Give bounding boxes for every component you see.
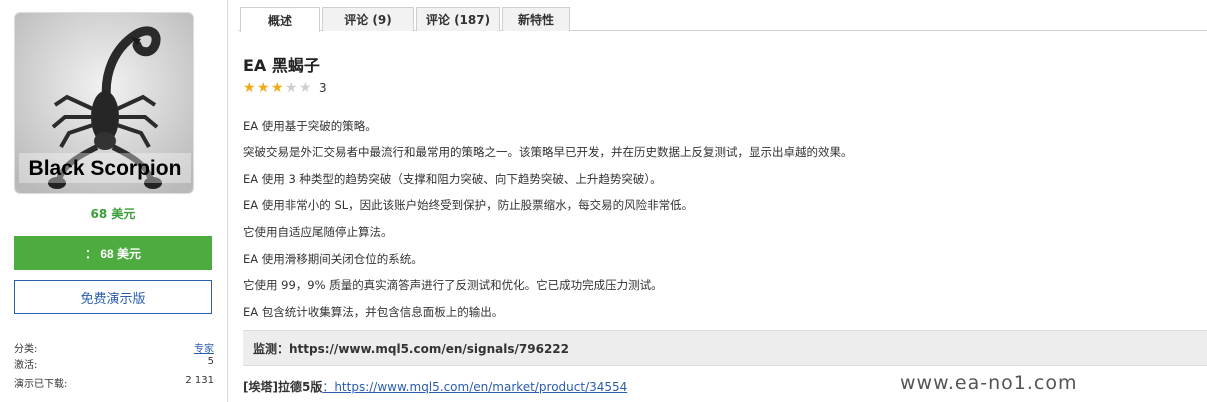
overview-panel: EA 黑蝎子 ★ ★ ★ ★ ★ 3 EA 使用基于突破的策略。 突破交易是外汇… [229, 32, 1207, 402]
rating-value: 3 [319, 81, 327, 95]
buy-button[interactable]: ： 68 美元 [14, 236, 212, 270]
tab-overview[interactable]: 概述 [240, 7, 320, 32]
meta-category-row: 分类: 专家 [14, 340, 214, 355]
downloads-label: 演示已下载: [14, 379, 68, 390]
product-price: 68 美元 [90, 207, 136, 221]
description-line: EA 使用 3 种类型的趋势突破（支撑和阻力突破、向下趋势突破、上升趋势突破）。 [243, 172, 662, 186]
product-link[interactable]: ：https://www.mql5.com/en/market/product/… [322, 380, 627, 394]
product-title: EA 黑蝎子 [243, 56, 320, 75]
description-line: 它使用自适应尾随停止算法。 [243, 225, 393, 239]
description-line: 突破交易是外汇交易者中最流行和最常用的策略之一。该策略早已开发，并在历史数据上反… [243, 145, 853, 159]
product-logo-image[interactable]: Black Scorpion [14, 12, 194, 194]
site-watermark: www.ea-no1.com [900, 372, 1078, 394]
image-caption: Black Scorpion [29, 157, 182, 180]
meta-downloads-row: 演示已下载: 2 131 [14, 375, 214, 390]
description-line: EA 使用非常小的 SL，因此该账户始终受到保护，防止股票缩水，每交易的风险非常… [243, 198, 694, 212]
star-icon: ★ [243, 79, 256, 96]
activations-value: 5 [207, 356, 214, 367]
tab-comments[interactable]: 评论 (187) [416, 7, 500, 31]
meta-activations-row: 激活: 5 [14, 356, 214, 371]
rating: ★ ★ ★ ★ ★ 3 [243, 79, 327, 96]
downloads-value: 2 131 [185, 375, 214, 386]
product-link-line: [埃塔]拉德5版：https://www.mql5.com/en/market/… [243, 378, 627, 395]
description-line: EA 使用滑移期间关闭仓位的系统。 [243, 252, 423, 266]
monitoring-box: 监测：https://www.mql5.com/en/signals/79622… [243, 330, 1207, 366]
description-line: EA 包含统计收集算法，并包含信息面板上的输出。 [243, 305, 504, 319]
star-empty-icon: ★ [299, 79, 312, 96]
tab-whats-new[interactable]: 新特性 [502, 7, 570, 31]
description-line: EA 使用基于突破的策略。 [243, 119, 377, 133]
star-icon: ★ [257, 79, 270, 96]
product-sidebar: Black Scorpion 68 美元 ： 68 美元 免费演示版 分类: 专… [0, 0, 228, 402]
tab-reviews[interactable]: 评论 (9) [322, 7, 414, 31]
star-empty-icon: ★ [285, 79, 298, 96]
star-icon: ★ [271, 79, 284, 96]
scorpion-image: Black Scorpion [15, 13, 193, 193]
description-line: 它使用 99，9% 质量的真实滴答声进行了反测试和优化。它已成功完成压力测试。 [243, 278, 663, 292]
category-link[interactable]: 专家 [194, 340, 214, 355]
product-tabs: 概述 评论 (9) 评论 (187) 新特性 [238, 7, 1207, 32]
free-demo-button[interactable]: 免费演示版 [14, 280, 212, 314]
category-label: 分类: [14, 344, 38, 355]
activations-label: 激活: [14, 360, 38, 371]
product-link-label: [埃塔]拉德5版 [243, 380, 323, 394]
